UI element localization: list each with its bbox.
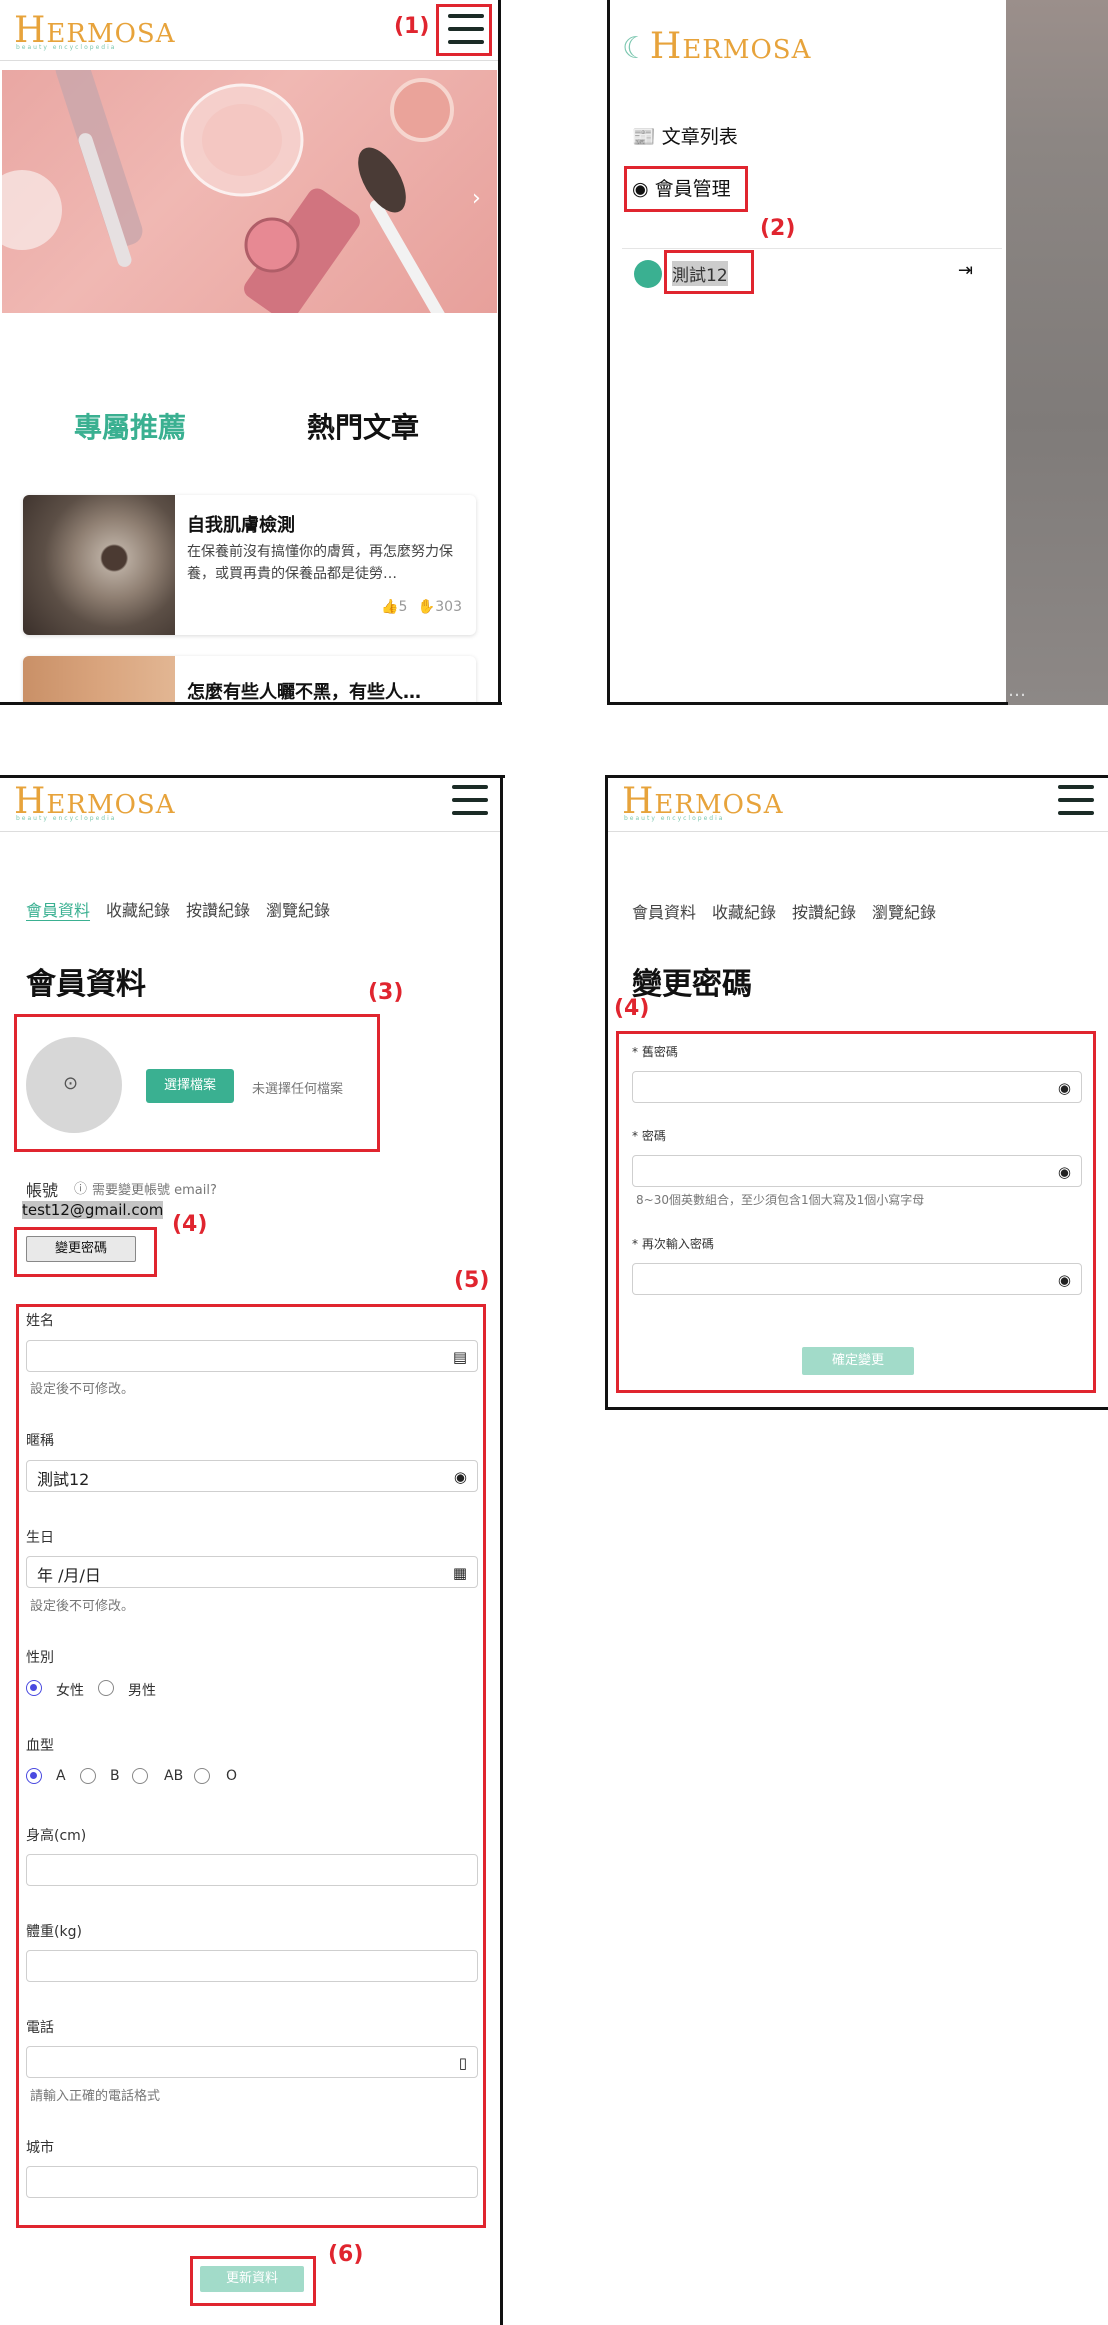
screen-frame <box>498 0 502 705</box>
screen-frame <box>607 702 1008 705</box>
screen-frame <box>605 775 1108 778</box>
svg-text:›: › <box>472 186 481 211</box>
drawer-screen: … ☾HERMOSA 📰 文章列表 ◉ 會員管理 測試12 ⇥ <box>608 0 1108 705</box>
logo[interactable]: HERMOSA beauty encyclopedia <box>14 10 176 51</box>
highlight-box <box>14 1227 157 1277</box>
article-card[interactable]: 自我肌膚檢測 在保養前沒有搞懂你的膚質，再怎麼努力保養，或買再貴的保養品都是徒勞… <box>23 495 476 635</box>
face-icon: ☾ <box>622 31 650 66</box>
highlight-box <box>616 1031 1096 1393</box>
annotation-number: (6) <box>328 2242 364 2267</box>
book-icon: 📰 <box>632 126 656 148</box>
home-screen: HERMOSA beauty encyclopedia › 專屬推薦 熱門文章 … <box>0 0 505 705</box>
article-card[interactable]: 怎麼有些人曬不黑，有些人… <box>23 656 476 705</box>
screen-frame <box>500 775 503 2325</box>
screen-frame <box>0 702 502 705</box>
annotation-number: (4) <box>172 1212 208 1237</box>
account-label: 帳號 <box>26 1181 59 1200</box>
hamburger-menu-icon[interactable] <box>452 785 488 815</box>
tab-recommended[interactable]: 專屬推薦 <box>74 406 186 446</box>
article-stats: 👍5 ✋303 <box>381 599 462 615</box>
annotation-number: (2) <box>760 216 796 241</box>
article-thumbnail <box>23 656 175 705</box>
highlight-box <box>436 4 492 56</box>
tab-likes[interactable]: 按讚紀錄 <box>792 899 856 923</box>
account-hint[interactable]: 需要變更帳號 email? <box>92 1179 217 1198</box>
page-title: 變更密碼 <box>632 967 752 1002</box>
hamburger-menu-icon[interactable] <box>1058 785 1094 815</box>
logout-icon[interactable]: ⇥ <box>958 260 973 281</box>
annotation-number: (4) <box>614 996 650 1021</box>
screen-frame <box>0 775 505 778</box>
annotation-number: (1) <box>394 14 430 39</box>
header-divider <box>0 831 500 832</box>
thumbs-up-icon: 👍 <box>381 599 399 615</box>
header-divider <box>0 60 500 61</box>
logo[interactable]: HERMOSA beauty encyclopedia <box>622 781 784 822</box>
highlight-box <box>664 250 754 294</box>
hero-banner-image[interactable]: › <box>2 70 497 313</box>
annotation-number: (3) <box>368 980 404 1005</box>
screen-frame <box>607 0 610 705</box>
article-title: 怎麼有些人曬不黑，有些人… <box>187 682 421 703</box>
cosmetics-illustration: › <box>2 70 481 313</box>
tab-likes[interactable]: 按讚紀錄 <box>186 897 250 921</box>
drawer-item-articles[interactable]: 📰 文章列表 <box>632 122 738 149</box>
tab-popular-articles[interactable]: 熱門文章 <box>307 406 419 446</box>
header-divider <box>608 831 1108 832</box>
drawer-divider <box>622 248 1002 249</box>
annotation-number: (5) <box>454 1268 490 1293</box>
screen-frame <box>605 775 608 1410</box>
tab-favorites[interactable]: 收藏紀錄 <box>712 899 776 923</box>
highlight-box <box>14 1014 380 1152</box>
article-thumbnail <box>23 495 175 635</box>
tab-favorites[interactable]: 收藏紀錄 <box>106 897 170 921</box>
page-title: 會員資料 <box>26 967 146 1002</box>
screen-frame <box>605 1407 1108 1410</box>
highlight-box <box>624 166 748 212</box>
article-title: 自我肌膚檢測 <box>187 515 295 536</box>
logo[interactable]: HERMOSA beauty encyclopedia <box>14 781 176 822</box>
drawer-logo[interactable]: ☾HERMOSA <box>622 26 811 67</box>
info-icon: ⓘ <box>74 1182 88 1197</box>
dim-overlay[interactable] <box>1006 0 1108 705</box>
highlight-box <box>190 2256 316 2306</box>
tab-history[interactable]: 瀏覽紀錄 <box>872 899 936 923</box>
tab-member-info[interactable]: 會員資料 <box>632 899 696 923</box>
view-icon: ✋ <box>417 599 436 615</box>
avatar <box>634 260 662 288</box>
tab-history[interactable]: 瀏覽紀錄 <box>266 897 330 921</box>
highlight-box <box>16 1304 486 2228</box>
email-value: test12@gmail.com <box>22 1201 164 1219</box>
article-excerpt: 在保養前沒有搞懂你的膚質，再怎麼努力保養，或買再貴的保養品都是徒勞… <box>187 544 453 582</box>
tab-member-info[interactable]: 會員資料 <box>26 897 90 921</box>
overlay-text: … <box>1008 680 1026 701</box>
